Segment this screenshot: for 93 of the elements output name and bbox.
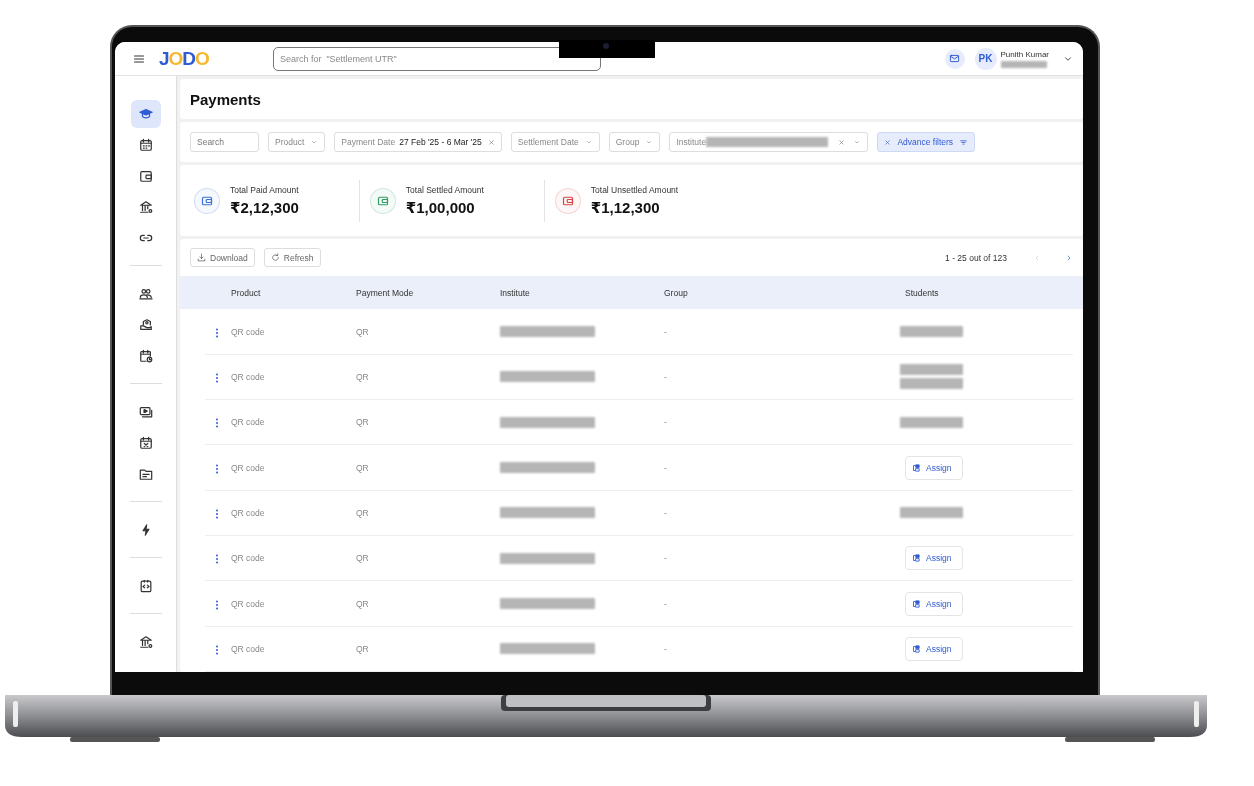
table-cell-text: - [664,598,668,609]
table-cell-text: QR code [231,417,266,428]
table-cell-text: QR [356,371,370,382]
summary-amount: ₹2,12,300 [230,198,299,217]
column-header: Students [905,287,940,298]
table-cell-text: QR [356,553,370,564]
column-header: Institute [500,287,531,298]
table-cell-text: - [664,507,668,518]
summary-label: Total Settled Amount [405,184,484,195]
table-cell-text: QR [356,598,370,609]
next-page-icon [1065,253,1073,262]
summary-label: Total Paid Amount [230,184,299,195]
redacted-name [900,378,963,390]
summary-amount: ₹1,00,000 [405,198,476,217]
menu-icon [133,52,145,65]
table-cell-text: QR [356,417,370,428]
bank-icon [138,635,153,649]
redacted-name [900,416,963,428]
pagination-text: 1 - 25 out of 123 [945,252,1007,263]
user-name: Punith Kumar [1000,49,1049,59]
calendar-x-icon [138,436,153,450]
video-screen-icon [138,405,153,419]
clear-icon [487,138,495,146]
table-cell-text: QR [356,462,370,473]
download-icon [197,253,206,262]
table-cell-text: QR [356,643,370,654]
table-cell-text: QR [356,507,370,518]
column-header: Group [664,287,689,298]
table-cell-text: - [664,553,668,564]
wallet-icon [138,169,153,183]
lightning-icon [139,523,152,537]
table-cell-text: QR code [231,462,266,473]
close-icon [884,138,892,146]
clear-icon [838,138,846,146]
column-header: Payment Mode [356,287,415,298]
assign-button[interactable]: Assign [905,455,963,480]
table-cell-text: QR code [231,507,266,518]
caret-icon [584,138,593,146]
user-avatar[interactable]: PK [974,47,997,70]
column-header: Product [231,287,262,298]
users-icon [138,287,153,301]
assign-icon [911,553,921,564]
page-title: Payments [189,90,262,110]
calendar-icon [138,138,153,152]
table-cell-text: QR code [231,371,266,382]
filter-dropdown[interactable]: Product [268,132,326,152]
table-cell-text: QR code [231,553,266,564]
caret-icon [645,138,654,146]
redacted-email [1000,60,1047,68]
hand-coin-icon [138,318,153,332]
assign-button[interactable]: Assign [905,591,963,616]
refresh-icon [270,253,280,262]
filter-dropdown[interactable]: Institute [669,132,869,152]
table-cell-text: QR code [231,643,266,654]
assign-button[interactable]: Assign [905,636,963,661]
filter-dropdown[interactable]: Settlement Date [510,132,600,152]
summary-label: Total Unsettled Amount [590,184,679,195]
table-cell-text: QR code [231,598,266,609]
bank-icon [138,200,153,214]
table-cell-text: - [664,417,668,428]
filter-dropdown[interactable]: Group [608,132,661,152]
summary-amount: ₹1,12,300 [590,198,661,217]
table-cell-text: QR code [231,326,266,337]
caret-icon [310,138,319,146]
table-cell-text: - [664,462,668,473]
table-cell-text: QR [356,326,370,337]
search-field[interactable]: Search for "Settlement UTR" [272,46,601,71]
redacted-name [900,326,963,338]
graduation-cap-icon [138,107,153,121]
table-cell-text: - [664,371,668,382]
table-cell-text: - [664,643,668,654]
caret-icon [853,138,862,146]
download-button[interactable]: Download [190,248,255,267]
table-cell-text: - [664,326,668,337]
assign-button[interactable]: Assign [905,546,963,571]
redacted-name [900,507,963,519]
mail-icon [949,53,961,64]
assign-icon [911,598,921,609]
assign-icon [911,462,921,473]
calendar-clock-icon [138,349,153,363]
sidebar-item[interactable] [130,100,161,128]
advance-filters-button[interactable]: Advance filters [877,132,976,152]
code-file-icon [138,579,153,593]
date-filter[interactable]: Payment Date 27 Feb '25 - 6 Mar '25 [334,132,502,152]
date-range-value: 27 Feb '25 - 6 Mar '25 [399,137,482,147]
previous-page-icon [1033,253,1041,262]
refresh-button[interactable]: Refresh [263,248,321,267]
logo: JODO [159,47,209,70]
mail-button[interactable] [944,48,965,69]
assign-icon [911,643,921,654]
filter-icon [959,137,969,147]
folder-icon [138,467,153,481]
redacted-name [900,364,963,376]
